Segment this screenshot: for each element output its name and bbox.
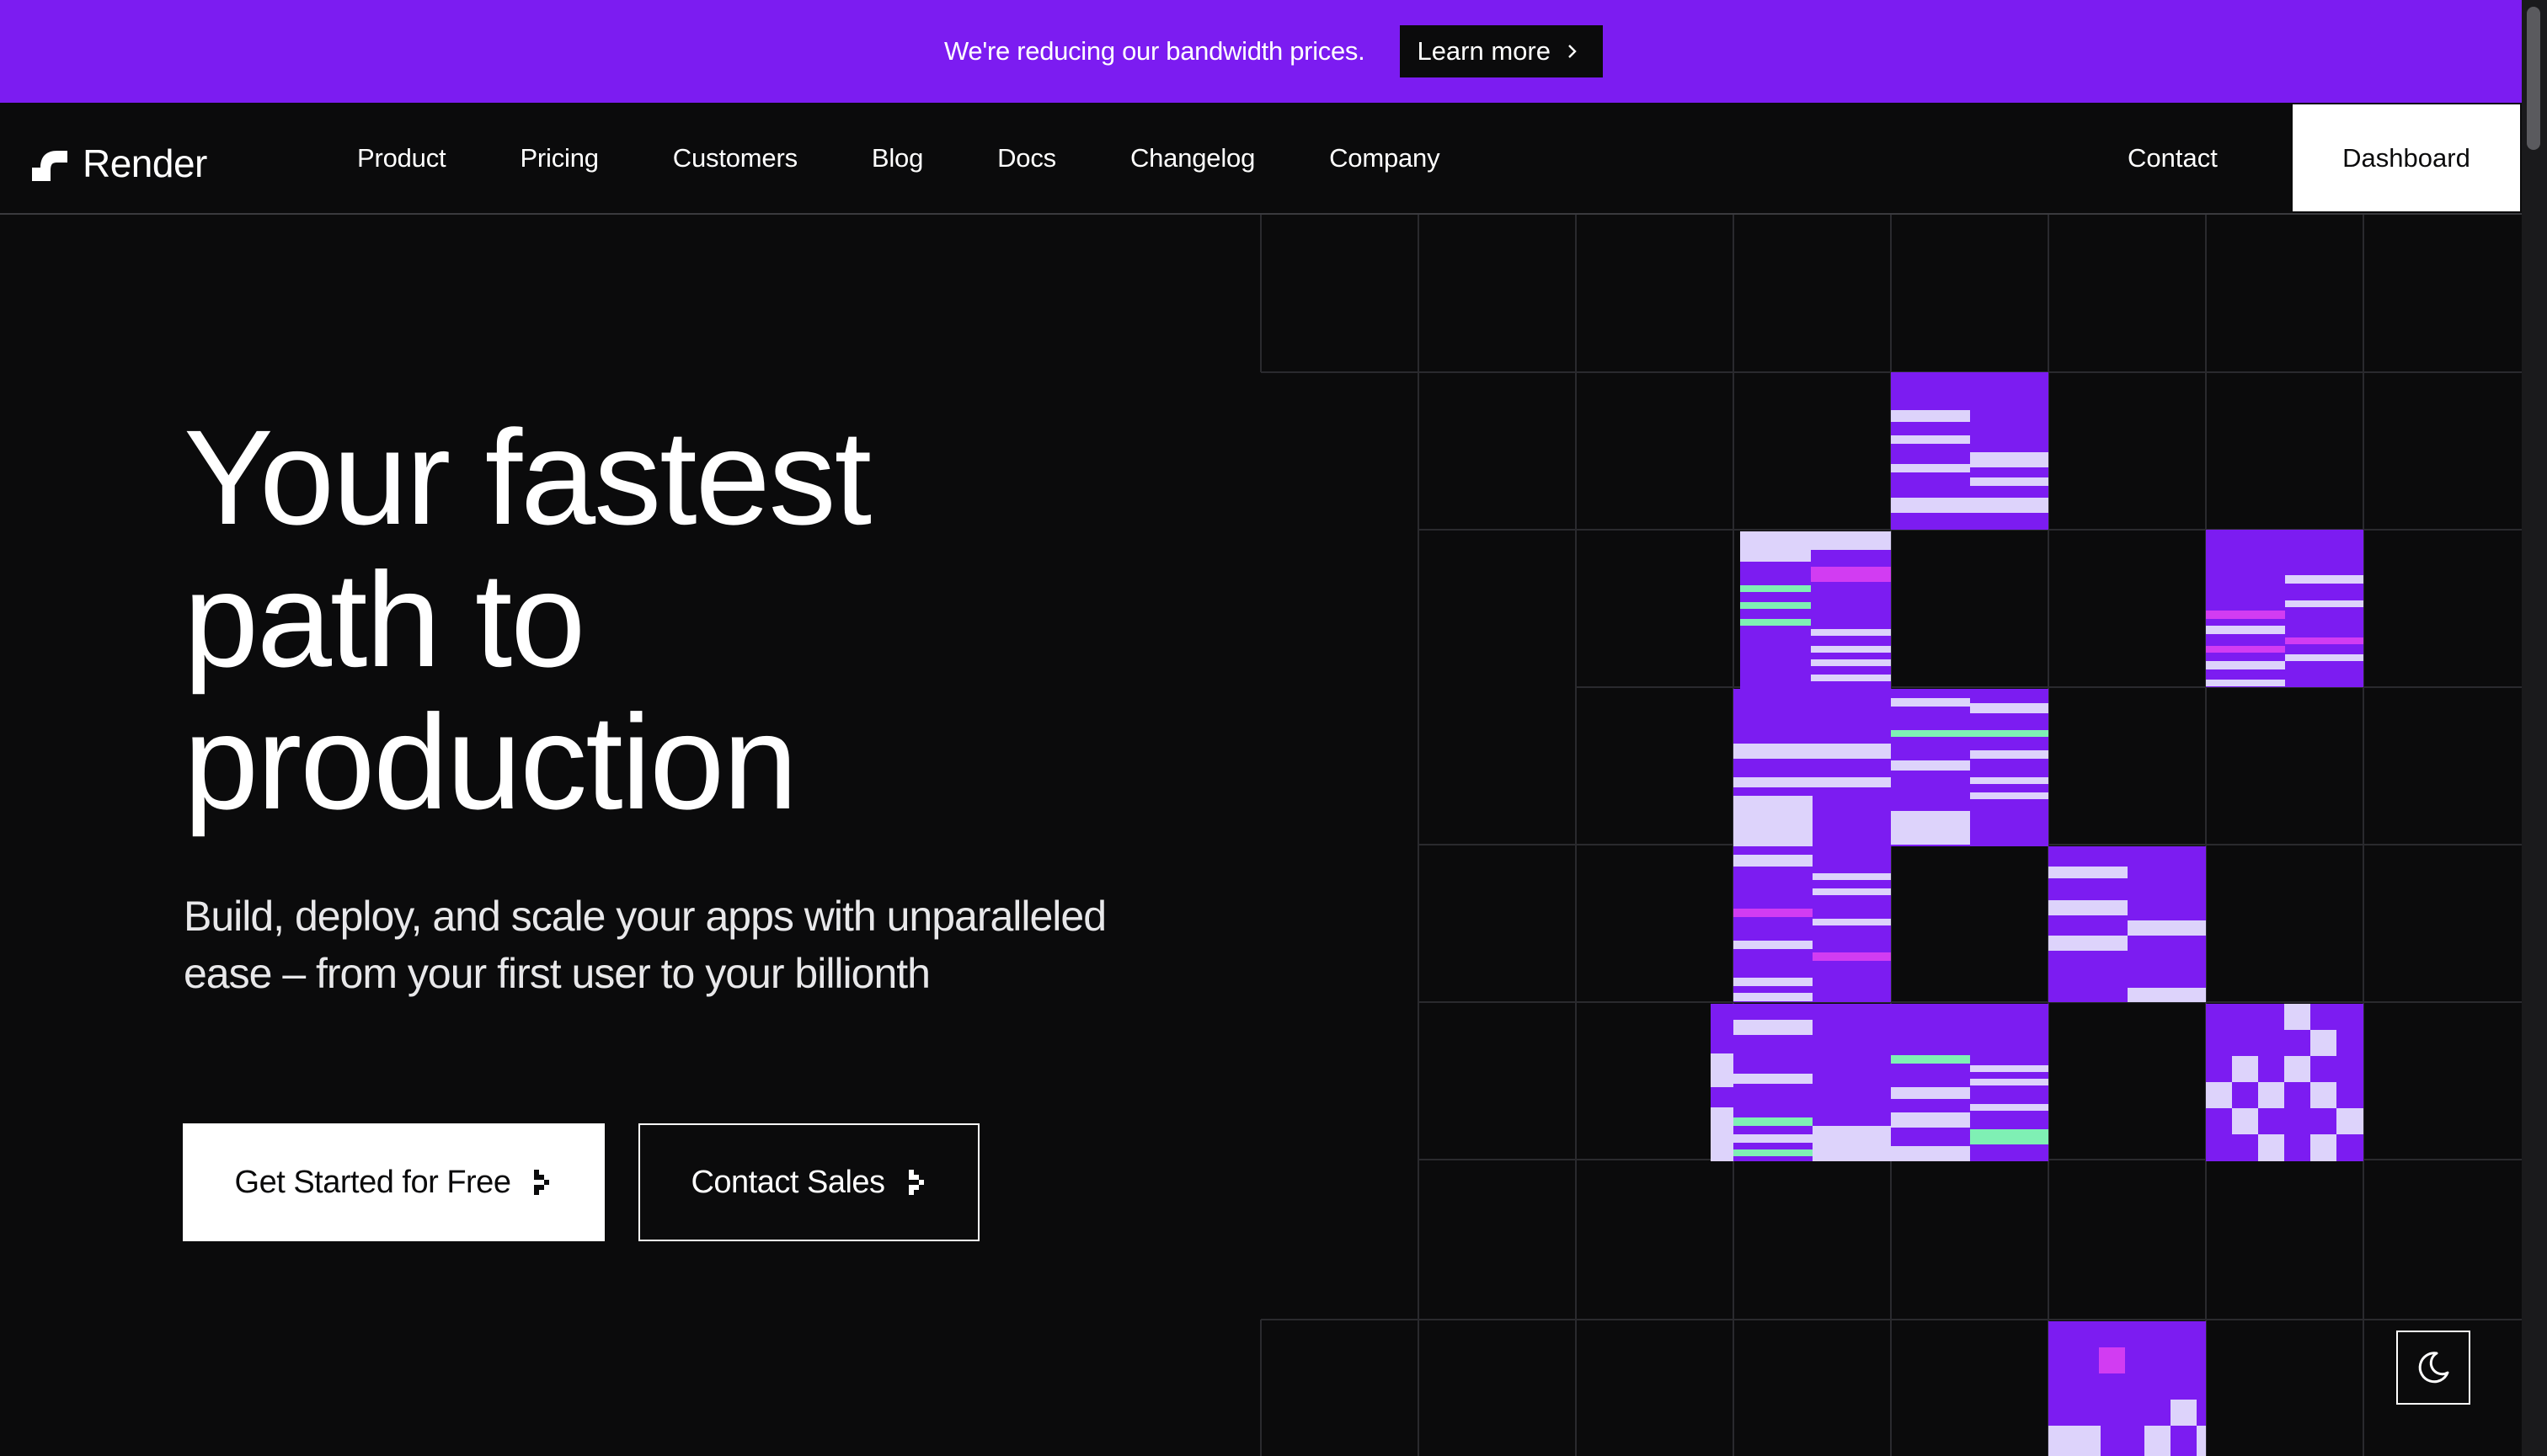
theme-toggle-button[interactable] <box>2396 1331 2470 1405</box>
contact-link[interactable]: Contact <box>2128 103 2218 213</box>
moon-icon <box>2418 1352 2449 1384</box>
contact-sales-button[interactable]: Contact Sales <box>638 1123 980 1241</box>
chevron-right-icon <box>1568 45 1577 58</box>
learn-more-button[interactable]: Learn more <box>1400 25 1603 77</box>
nav-link-pricing[interactable]: Pricing <box>520 143 599 173</box>
pixel-tile <box>1711 1004 1891 1161</box>
get-started-button[interactable]: Get Started for Free <box>183 1123 605 1241</box>
render-logo[interactable]: Render <box>32 141 207 186</box>
pixel-tile <box>1891 1004 2048 1161</box>
pixel-chevron-icon <box>908 1170 924 1195</box>
hero-subtitle-line: Build, deploy, and scale your apps with … <box>184 893 1107 940</box>
pixel-tile <box>1733 689 1891 846</box>
nav-link-company[interactable]: Company <box>1329 143 1439 173</box>
logo-text: Render <box>83 141 207 185</box>
pixel-tile <box>2206 1004 2363 1161</box>
nav-link-customers[interactable]: Customers <box>673 143 798 173</box>
scrollbar-thumb[interactable] <box>2527 7 2540 150</box>
pixel-tile <box>2048 1321 2206 1456</box>
nav-link-product[interactable]: Product <box>357 143 446 173</box>
hero-title-line: path to <box>184 544 585 695</box>
pixel-tile <box>2048 846 2206 1002</box>
hero-subtitle-line: ease – from your first user to your bill… <box>184 950 931 997</box>
hero-title-line: Your fastest <box>184 402 872 552</box>
announcement-banner: We're reducing our bandwidth prices. Lea… <box>0 0 2547 103</box>
contact-sales-label: Contact Sales <box>691 1164 885 1200</box>
nav-links: Product Pricing Customers Blog Docs Chan… <box>357 103 1440 213</box>
main-nav: Render Product Pricing Customers Blog Do… <box>0 103 2547 215</box>
hero-grid-art <box>1260 215 2522 1456</box>
hero-subtitle: Build, deploy, and scale your apps with … <box>184 888 1194 1002</box>
pixel-tile <box>1740 531 1891 689</box>
pixel-tile <box>1891 372 2048 530</box>
dashboard-button[interactable]: Dashboard <box>2293 104 2520 211</box>
pixel-chevron-icon <box>534 1170 550 1195</box>
nav-link-changelog[interactable]: Changelog <box>1130 143 1255 173</box>
nav-link-docs[interactable]: Docs <box>997 143 1056 173</box>
banner-text: We're reducing our bandwidth prices. <box>944 36 1365 66</box>
pixel-tile <box>2206 530 2363 687</box>
page-scrollbar[interactable] <box>2522 0 2547 1456</box>
hero-title-line: production <box>184 686 798 837</box>
nav-link-blog[interactable]: Blog <box>872 143 923 173</box>
pixel-tile <box>1733 846 1891 1002</box>
get-started-label: Get Started for Free <box>234 1164 511 1200</box>
pixel-tile <box>1891 689 2048 846</box>
learn-more-label: Learn more <box>1417 36 1551 66</box>
render-logo-icon <box>32 151 67 181</box>
hero-title: Your fastest path to production <box>184 406 1194 833</box>
